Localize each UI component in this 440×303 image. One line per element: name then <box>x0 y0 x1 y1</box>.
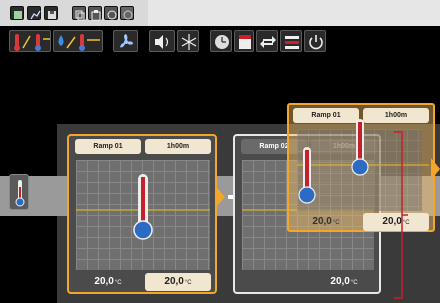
toolbar-row-1 <box>0 0 440 26</box>
insert-marker <box>394 131 408 299</box>
drag-preview[interactable]: Ramp 01 1h00m 20,0°C 20,0°C <box>287 103 435 232</box>
temperature-ramp-heat-icon[interactable] <box>9 30 51 52</box>
fan-icon[interactable] <box>113 30 138 52</box>
toolbar <box>0 0 440 56</box>
start-temperature-value: 20,0°C <box>312 216 340 227</box>
ramp-time: 1h00m <box>363 108 429 123</box>
copy-icon[interactable] <box>72 6 86 21</box>
thermometer-icon <box>298 147 316 204</box>
start-temperature-value[interactable]: 20,0°C <box>75 273 141 291</box>
end-temperature-value[interactable]: 20,0°C <box>145 273 211 291</box>
toolbar-row-1-strip <box>148 0 440 26</box>
speaker-icon[interactable] <box>149 30 175 52</box>
power-icon[interactable] <box>304 30 326 52</box>
ramp-label: Ramp 01 <box>293 108 359 123</box>
loop-icon[interactable] <box>256 30 278 52</box>
clock-timer-icon[interactable] <box>210 30 232 52</box>
ramp-block-1[interactable]: Ramp 01 1h00m 20,0°C 20,0°C <box>67 134 217 294</box>
program-stage: Ramp 01 1h00m 20,0°C 20,0°C Ramp 02 1h00… <box>0 56 440 303</box>
calendar-icon[interactable] <box>234 30 254 52</box>
thermometer-icon <box>351 119 369 176</box>
bars-icon[interactable] <box>280 30 302 52</box>
redo-icon[interactable] <box>120 6 134 20</box>
save-icon[interactable] <box>44 6 58 20</box>
start-temperature-tab[interactable] <box>9 174 29 210</box>
chart-icon[interactable] <box>27 6 41 20</box>
end-temperature-value[interactable]: 20,0°C <box>311 273 377 291</box>
snowflake-icon[interactable] <box>177 30 199 52</box>
ramp-label[interactable]: Ramp 01 <box>75 139 141 154</box>
humidity-ramp-icon[interactable] <box>53 30 103 52</box>
undo-icon[interactable] <box>104 6 118 20</box>
thermometer-icon <box>133 174 153 240</box>
toolbar-row-2 <box>0 26 440 56</box>
grid-icon[interactable] <box>10 6 24 20</box>
paste-icon[interactable] <box>88 6 102 21</box>
ramp-time[interactable]: 1h00m <box>145 139 211 154</box>
